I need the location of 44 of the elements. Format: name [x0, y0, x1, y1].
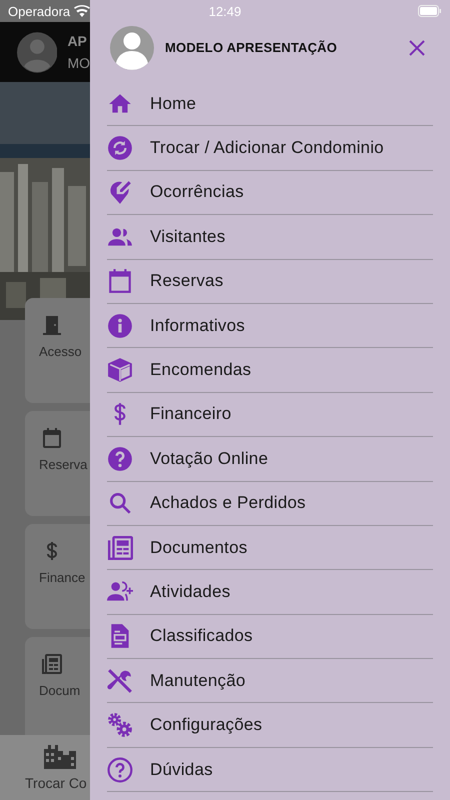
- gears-icon: [107, 712, 133, 738]
- help-icon: [107, 756, 133, 783]
- tools-icon: [107, 668, 133, 694]
- menu-item[interactable]: Atividades: [107, 570, 433, 615]
- carrier-name: Operadora: [8, 4, 70, 18]
- sync-icon: [107, 135, 133, 162]
- close-icon[interactable]: [408, 38, 426, 56]
- calendar-icon: [107, 268, 133, 294]
- menu-item[interactable]: Achados e Perdidos: [107, 482, 433, 526]
- newspaper-icon: [107, 534, 133, 561]
- clock-time: 12:49: [208, 4, 242, 19]
- menu-item[interactable]: Financeiro: [107, 392, 433, 438]
- menu-item[interactable]: Manutenção: [107, 659, 433, 704]
- newspaper-icon: [41, 653, 63, 675]
- menu-item[interactable]: Votação Online: [107, 437, 433, 482]
- info-icon: [107, 312, 133, 339]
- box-icon: [107, 357, 133, 384]
- battery-icon: [418, 5, 442, 17]
- avatar-icon: [110, 26, 154, 70]
- menu-item[interactable]: Home: [107, 82, 433, 126]
- calendar-icon: [41, 427, 63, 449]
- card-label: Finance: [39, 570, 86, 585]
- question-icon: [107, 446, 133, 472]
- menu-item[interactable]: Ocorrências: [107, 170, 433, 216]
- wifi-icon: [74, 5, 90, 17]
- menu-item[interactable]: Trocar / Adicionar Condominio: [107, 126, 433, 171]
- menu-item[interactable]: Informativos: [107, 304, 433, 348]
- menu-item[interactable]: Dúvidas: [107, 748, 433, 792]
- avatar-icon: [17, 30, 58, 74]
- buildings-icon[interactable]: [44, 743, 76, 769]
- menu-item[interactable]: Encomendas: [107, 348, 433, 393]
- menu-item[interactable]: Visitantes: [107, 215, 433, 260]
- user-subtitle: MO: [67, 55, 90, 71]
- card-label: Docum: [39, 683, 82, 698]
- card-label: Acesso: [39, 344, 83, 359]
- door-icon: [41, 314, 63, 336]
- search-icon: [107, 490, 133, 516]
- user-name: MODELO APRESENTAÇÃO: [165, 40, 338, 55]
- menu-item[interactable]: Configurações: [107, 703, 433, 748]
- menu-item[interactable]: Reservas: [107, 260, 433, 304]
- user-name: AP: [67, 33, 88, 49]
- menu-item[interactable]: Documentos: [107, 526, 433, 570]
- menu-item[interactable]: Classificados: [107, 614, 433, 660]
- card-label: Reserva: [39, 457, 88, 472]
